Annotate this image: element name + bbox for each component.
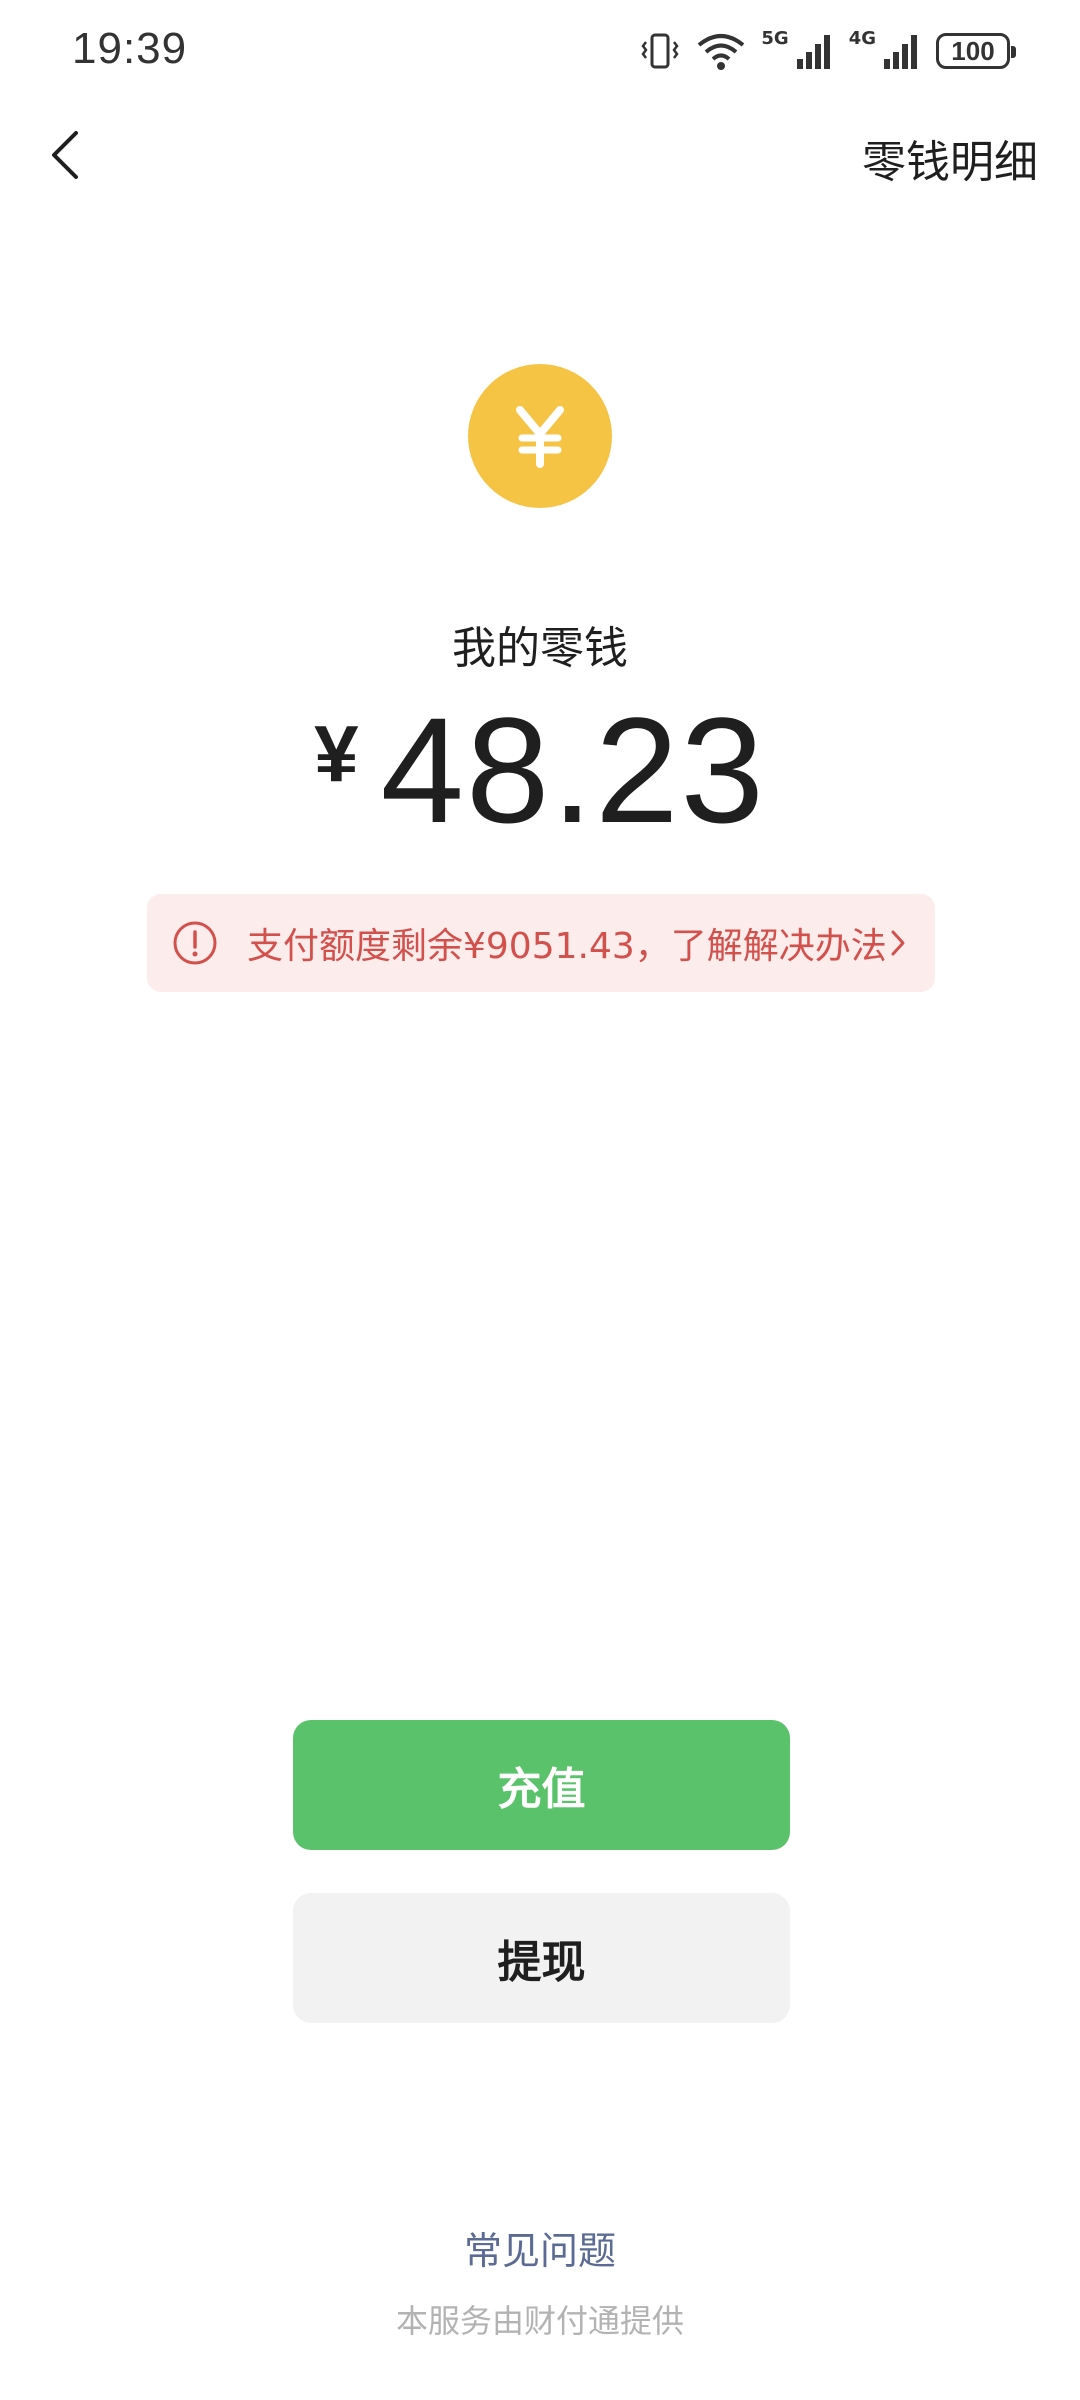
withdraw-button[interactable]: 提现 bbox=[293, 1893, 790, 2023]
chevron-right-icon bbox=[891, 930, 905, 956]
alert-circle-icon bbox=[173, 921, 217, 965]
signal-4g-icon bbox=[884, 35, 917, 69]
payment-limit-notice[interactable]: 支付额度剩余¥9051.43，了解解决办法 bbox=[147, 894, 935, 992]
payment-limit-notice-text: 支付额度剩余¥9051.43，了解解决办法 bbox=[247, 926, 887, 967]
balance-label: 我的零钱 bbox=[452, 623, 628, 674]
faq-link[interactable]: 常见问题 bbox=[0, 2220, 1080, 2275]
yuan-symbol-icon bbox=[516, 406, 564, 468]
balance-amount: 48.23 bbox=[380, 686, 766, 854]
signal-5g-icon bbox=[796, 35, 830, 69]
yuan-coin-icon bbox=[468, 364, 612, 508]
balance-details-link[interactable]: 零钱明细 bbox=[862, 126, 1038, 190]
balance-display: ¥ 48.23 bbox=[0, 690, 1080, 850]
chevron-left-icon bbox=[52, 131, 78, 179]
status-icons: 5G 4G 100 bbox=[639, 26, 1016, 76]
balance-currency-symbol: ¥ bbox=[314, 709, 359, 798]
vibrate-icon bbox=[641, 33, 679, 69]
back-button[interactable] bbox=[30, 120, 100, 190]
status-time: 19:39 bbox=[72, 24, 188, 73]
recharge-button[interactable]: 充值 bbox=[293, 1720, 790, 1850]
network-4g-label: 4G bbox=[848, 28, 876, 49]
network-5g-label: 5G bbox=[761, 28, 789, 49]
battery-icon: 100 bbox=[936, 33, 1016, 69]
service-provider-note: 本服务由财付通提供 bbox=[395, 2302, 684, 2340]
wifi-icon bbox=[698, 34, 745, 70]
status-bar: 19:39 5G 4G 100 bbox=[0, 0, 1080, 100]
